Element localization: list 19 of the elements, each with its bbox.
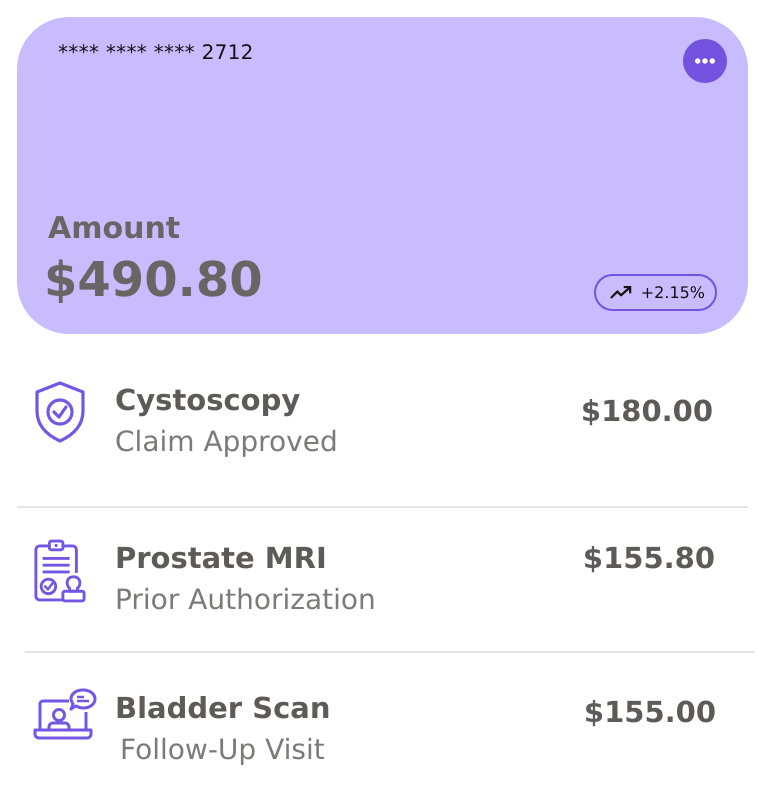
more-button[interactable]	[683, 39, 727, 83]
shield-check-icon	[33, 380, 87, 444]
service-title: Bladder Scan	[115, 690, 330, 727]
change-percent: +2.15%	[640, 283, 705, 302]
laptop-video-call-icon	[33, 688, 97, 742]
service-amount: $180.00	[580, 393, 713, 430]
clipboard-stamp-icon	[33, 538, 87, 604]
trending-up-icon	[610, 286, 632, 299]
service-status: Claim Approved	[115, 424, 338, 460]
more-icon	[695, 58, 715, 64]
amount-label: Amount	[48, 210, 180, 248]
service-title: Cystoscopy	[115, 382, 300, 419]
service-status: Prior Authorization	[115, 582, 376, 618]
amount-value: $490.80	[44, 251, 263, 310]
service-amount: $155.00	[584, 694, 716, 731]
service-amount: $155.80	[582, 540, 715, 577]
service-status: Follow-Up Visit	[120, 732, 325, 768]
card-number: **** **** **** 2712	[58, 40, 254, 64]
service-title: Prostate MRI	[115, 540, 327, 577]
